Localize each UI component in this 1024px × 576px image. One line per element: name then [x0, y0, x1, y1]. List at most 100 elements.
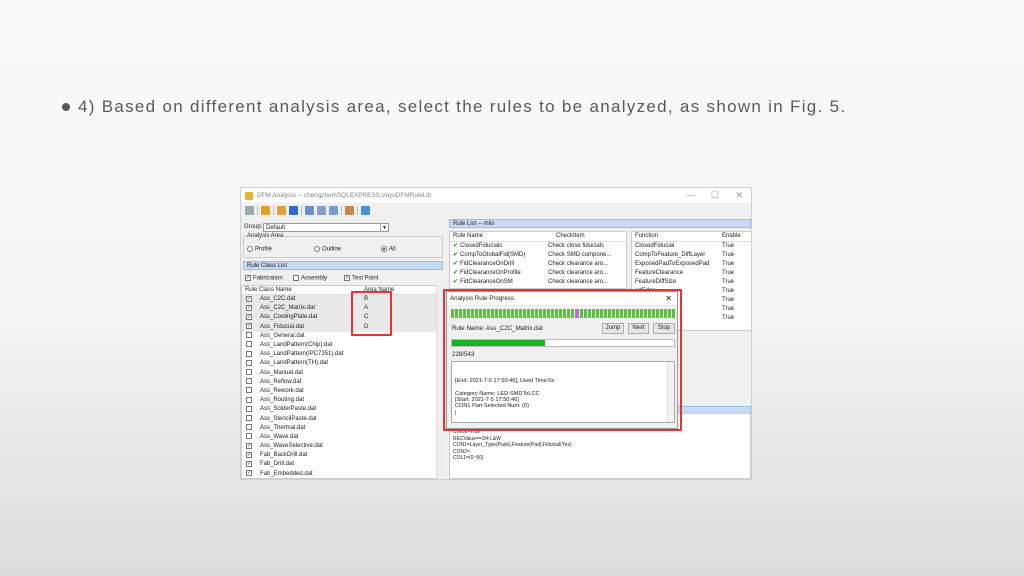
col-rule-class-name[interactable]: Rule Class Name: [242, 286, 362, 294]
chevron-down-icon[interactable]: ▼: [380, 224, 388, 231]
checkbox-icon: [246, 378, 252, 385]
close-icon[interactable]: ✕: [735, 190, 743, 201]
table-row[interactable]: ✔ FidClearanceOnDrill Check clearance aro.…: [450, 260, 626, 269]
table-row[interactable]: Ass_LandPattern(Chip).dat: [242, 341, 440, 350]
row-checkbox[interactable]: [242, 414, 260, 424]
table-row[interactable]: Ass_LandPattern(IPC7351).dat: [242, 350, 440, 359]
table-row[interactable]: ✓ Ass_Fiducial.dat D: [242, 322, 440, 332]
row-checkbox[interactable]: ✓: [242, 304, 260, 313]
filter-assembly[interactable]: Assembly: [293, 275, 327, 282]
row-checkbox[interactable]: [242, 396, 260, 405]
rule-class-name: Ass_C2C_Matrix.dat: [260, 305, 316, 312]
rule-name: ClosedFiducials: [460, 243, 503, 249]
filter-icon[interactable]: [245, 205, 254, 215]
row-checkbox[interactable]: [242, 332, 260, 341]
row-checkbox[interactable]: [242, 359, 260, 368]
filter-test-point[interactable]: ✓ Test Point: [344, 275, 378, 282]
table-row[interactable]: ClosedFiducial True: [632, 242, 751, 251]
table-row[interactable]: Ass_Rework.dat: [242, 387, 440, 396]
row-checkbox[interactable]: [242, 405, 260, 414]
check-item: Check close fiducials: [548, 243, 605, 249]
rule-class-name: Ass_Rework.dat: [260, 387, 304, 394]
dialog-highlight-box: [443, 289, 682, 431]
table-row[interactable]: ExposedPadToExposedPad True: [632, 260, 751, 269]
rule-class-name: Ass_CoolingPlate.dat: [260, 314, 318, 321]
table-row[interactable]: ✔ ClosedFiducials Check close fiducials: [450, 242, 626, 251]
row-checkbox[interactable]: [242, 369, 260, 378]
checkbox-icon: [246, 433, 252, 440]
row-checkbox[interactable]: ✓: [242, 451, 260, 460]
row-checkbox[interactable]: [242, 424, 260, 433]
maximize-icon[interactable]: ☐: [711, 190, 719, 201]
table-row[interactable]: ✓ Ass_WaveSelective.dat: [242, 442, 440, 451]
row-checkbox[interactable]: [242, 350, 260, 359]
row-checkbox[interactable]: [242, 378, 260, 387]
table-row[interactable]: Ass_Wave.dat: [242, 433, 440, 442]
table-header: Rule Class Name Area Name: [242, 286, 440, 295]
radio-profile[interactable]: Profile: [247, 246, 272, 253]
minimize-icon[interactable]: —: [686, 190, 695, 200]
radio-all[interactable]: All: [381, 246, 396, 253]
grid-icon[interactable]: [305, 205, 314, 215]
row-checkbox[interactable]: ✓: [242, 460, 260, 469]
table-row[interactable]: CompToFeature_DiffLayer True: [632, 251, 751, 260]
col-rule-name[interactable]: Rule Name: [450, 232, 554, 241]
filter-label: Fabrication: [253, 275, 283, 282]
function-name: ExposedPadToExposedPad: [635, 261, 710, 267]
table-row[interactable]: FeatureClearance True: [632, 269, 751, 278]
check-item: Check clearance aro...: [548, 270, 609, 276]
radio-outline[interactable]: Outline: [314, 246, 341, 253]
table-row[interactable]: Ass_StencilPaste.dat: [242, 414, 440, 423]
toolbar-separator: [341, 205, 342, 215]
table-row[interactable]: ✔ FidClearanceOnSM Check clearance aro...: [450, 278, 626, 287]
table-row[interactable]: ✓ Fab_Drill.dat: [242, 460, 440, 469]
open-icon[interactable]: [277, 205, 286, 215]
table-row[interactable]: Ass_Reflow.dat: [242, 378, 440, 387]
tree-icon[interactable]: [329, 205, 338, 215]
col-function[interactable]: Function: [632, 232, 720, 241]
radio-icon: [247, 246, 253, 252]
table-row[interactable]: ✓ Ass_C2C.dat B: [242, 295, 440, 305]
list-icon[interactable]: [261, 205, 270, 215]
row-checkbox[interactable]: [242, 433, 260, 442]
row-checkbox[interactable]: ✓: [242, 313, 260, 322]
row-checkbox[interactable]: [242, 387, 260, 396]
left-scrollbar[interactable]: [436, 285, 443, 479]
table-row[interactable]: Ass_Thermal.dat: [242, 424, 440, 433]
table-row[interactable]: ✓ Ass_C2C_Matrix.dat A: [242, 304, 440, 314]
table-icon[interactable]: [317, 205, 326, 215]
row-checkbox[interactable]: ✓: [242, 470, 260, 478]
table-row[interactable]: ✓ Ass_CoolingPlate.dat C: [242, 313, 440, 323]
filter-fabrication[interactable]: ✓ Fabrication: [245, 275, 283, 282]
col-enable[interactable]: Enable: [720, 232, 741, 241]
table-row[interactable]: Ass_Routing.dat: [242, 396, 440, 405]
rule-class-name: Ass_Routing.dat: [260, 397, 305, 404]
table-row[interactable]: Ass_Manual.dat: [242, 369, 440, 378]
rule-class-name: Ass_Manual.dat: [260, 369, 304, 376]
run-icon[interactable]: [361, 205, 370, 215]
table-row[interactable]: ✔ FidClearanceOnProfile Check clearance ar…: [450, 269, 626, 278]
rule-name: FidClearanceOnSM: [460, 279, 513, 285]
edit-icon[interactable]: [345, 205, 354, 215]
checkbox-icon: ✓: [246, 451, 252, 458]
row-checkbox[interactable]: ✓: [242, 323, 260, 332]
add-icon[interactable]: [289, 205, 298, 215]
function-enable: True: [722, 297, 735, 303]
table-row[interactable]: Ass_SolderPaste.dat: [242, 405, 440, 414]
rule-class-name: Ass_LandPattern(IPC7351).dat: [260, 351, 344, 358]
table-header: Function Enable: [632, 232, 751, 242]
row-checkbox[interactable]: ✓: [242, 295, 260, 304]
function-name: CompToFeature_DiffLayer: [635, 252, 706, 258]
table-row[interactable]: Ass_General.dat: [242, 332, 440, 341]
radio-label: Profile: [255, 246, 273, 253]
table-row[interactable]: FeatureDiffSize True: [632, 278, 751, 287]
row-checkbox[interactable]: [242, 341, 260, 350]
row-checkbox[interactable]: ✓: [242, 442, 260, 451]
table-row[interactable]: ✓ Fab_BackDrill.dat: [242, 451, 440, 460]
table-row[interactable]: ✓ Fab_Embedded.dat: [242, 470, 440, 478]
col-checkitem[interactable]: CheckItem: [554, 232, 585, 241]
table-row[interactable]: Ass_LandPattern(TH).dat: [242, 359, 440, 368]
group-select[interactable]: Default ▼: [263, 223, 389, 232]
toolbar-separator: [357, 205, 358, 215]
table-row[interactable]: ✔ CompToGlobalFid(SMD) Check SMD compone..…: [450, 251, 626, 260]
